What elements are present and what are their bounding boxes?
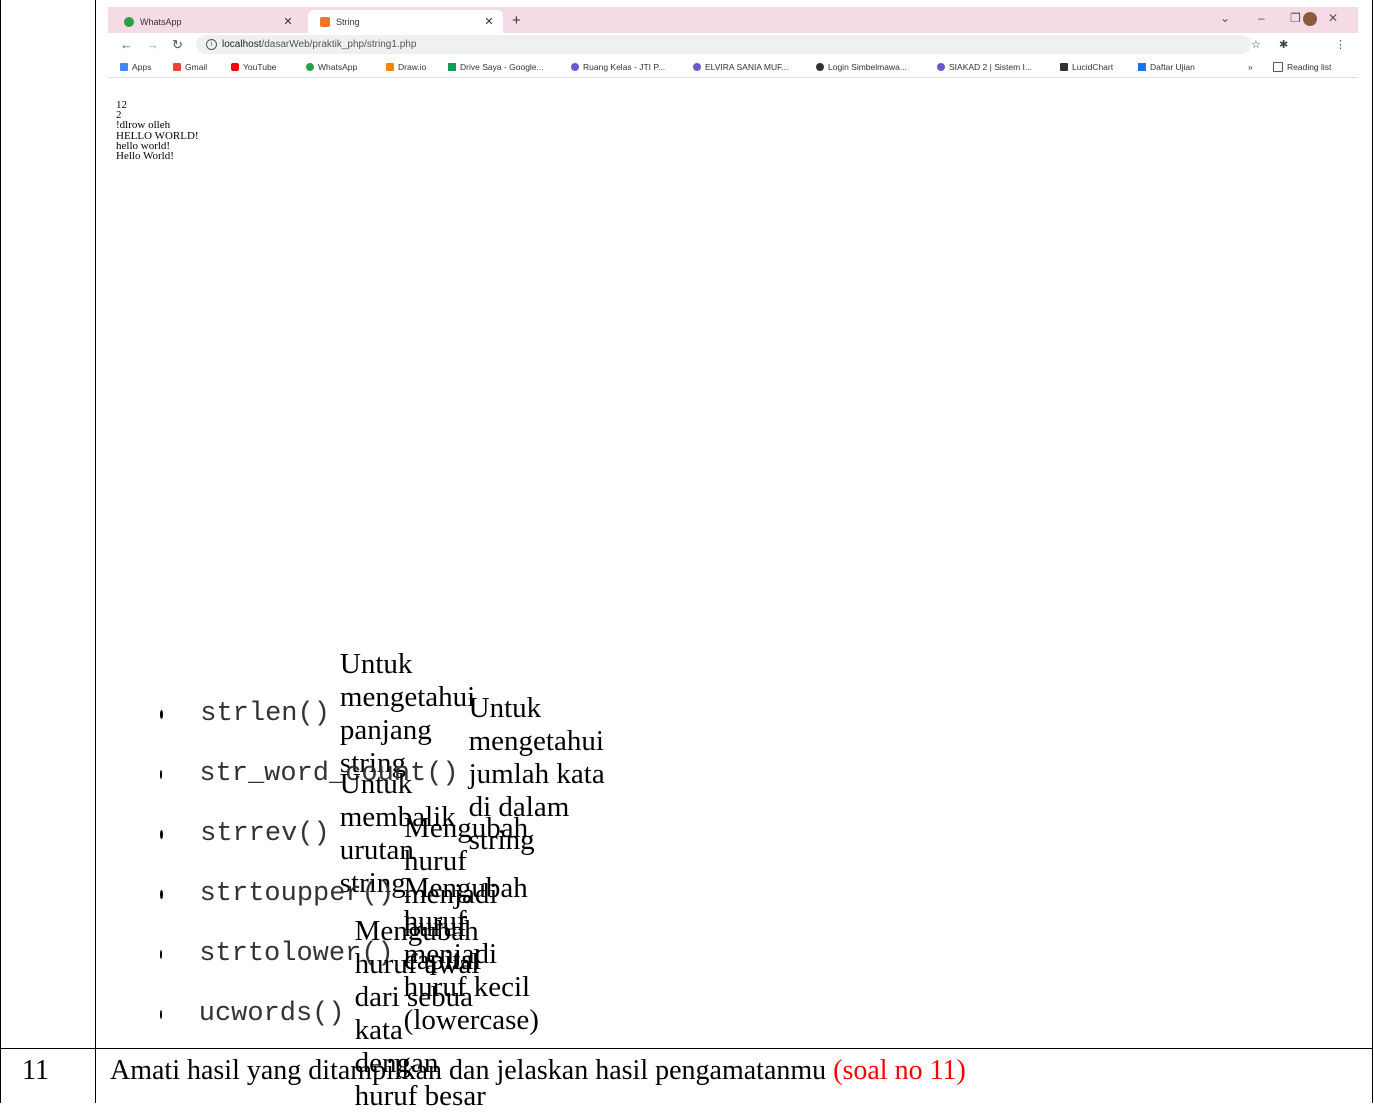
table-right-border [1372, 0, 1373, 1103]
bullet-icon [160, 769, 163, 779]
url-path: /dasarWeb/praktik_php/string1.php [261, 39, 417, 50]
drawio-icon [386, 63, 394, 71]
globe-icon [816, 63, 824, 71]
drive-icon [448, 63, 456, 71]
bookmark-whatsapp[interactable]: WhatsApp [306, 62, 357, 72]
function-code: ucwords() [198, 999, 345, 1029]
table-column-divider [95, 0, 96, 1103]
list-item: ucwords() Mengubah huruf awal dari sebua… [160, 915, 486, 1112]
menu-icon[interactable]: ⋮ [1335, 38, 1346, 51]
browser-screenshot: WhatsApp ✕ String ✕ + ⌄ – ❐ ✕ ← → ↻ i lo… [108, 7, 1358, 199]
minimize-icon[interactable]: – [1258, 11, 1265, 25]
reading-list-button[interactable]: Reading list [1273, 62, 1331, 72]
tab-string[interactable]: String ✕ [308, 10, 503, 33]
table-left-border [0, 0, 1, 1103]
bookmark-ruang-kelas[interactable]: Ruang Kelas - JTI P... [571, 62, 665, 72]
browser-toolbar: ← → ↻ i localhost /dasarWeb/praktik_php/… [108, 33, 1358, 57]
bullet-icon [160, 829, 164, 839]
bullet-icon [160, 949, 163, 959]
bookmark-apps[interactable]: Apps [120, 62, 151, 72]
row-number: 11 [22, 1055, 49, 1086]
more-bookmarks-icon[interactable]: » [1248, 62, 1253, 72]
polinema-icon [571, 63, 579, 71]
bullet-icon [160, 1009, 162, 1019]
tab-whatsapp[interactable]: WhatsApp ✕ [112, 10, 302, 33]
tab-title: WhatsApp [140, 16, 182, 27]
back-icon[interactable]: ← [120, 37, 133, 52]
star-icon[interactable]: ☆ [1251, 38, 1261, 51]
php-output: 12 2 !dlrow olleh HELLO WORLD! hello wor… [116, 99, 199, 163]
bookmark-siakad[interactable]: SIAKAD 2 | Sistem I... [937, 62, 1032, 72]
te-icon [1138, 63, 1146, 71]
address-bar[interactable]: i localhost /dasarWeb/praktik_php/string… [196, 35, 1251, 54]
bookmark-elvira[interactable]: ELVIRA SANIA MUF... [693, 62, 788, 72]
close-window-icon[interactable]: ✕ [1328, 11, 1338, 25]
tab-title: String [336, 16, 360, 27]
tab-bar: WhatsApp ✕ String ✕ + ⌄ – ❐ ✕ [108, 7, 1358, 33]
polinema-icon [937, 63, 945, 71]
info-icon[interactable]: i [206, 39, 217, 50]
bookmarks-bar: Apps Gmail YouTube WhatsApp Draw.io Driv… [108, 57, 1358, 78]
question-note: (soal no 11) [833, 1055, 966, 1086]
close-icon[interactable]: ✕ [481, 15, 497, 28]
function-code: strtoupper() [199, 879, 395, 909]
function-code: strrev() [200, 819, 330, 849]
avatar[interactable] [1303, 12, 1317, 26]
close-icon[interactable]: ✕ [280, 15, 296, 28]
list-item: strtolower() Mengubah huruf menjadi huru… [160, 872, 546, 1036]
bookmark-lucidchart[interactable]: LucidChart [1060, 62, 1113, 72]
bookmark-drive[interactable]: Drive Saya - Google... [448, 62, 544, 72]
xampp-icon [320, 16, 330, 27]
polinema-icon [693, 63, 701, 71]
list-item: strlen() Untuk mengetahui panjang string [160, 648, 481, 779]
youtube-icon [231, 63, 239, 71]
restore-icon[interactable]: ❐ [1290, 11, 1301, 25]
reading-list-icon [1273, 62, 1283, 72]
new-tab-icon[interactable]: + [512, 12, 521, 29]
url-host: localhost [222, 39, 262, 50]
bookmark-youtube[interactable]: YouTube [231, 62, 276, 72]
question-body: Amati hasil yang ditampilkan dan jelaska… [110, 1055, 834, 1086]
extensions-icon[interactable]: ✱ [1279, 38, 1288, 51]
chevron-down-icon[interactable]: ⌄ [1220, 11, 1230, 25]
bookmark-simbelmawa[interactable]: Login Simbelmawa... [816, 62, 907, 72]
output-line: Hello World! [116, 150, 174, 163]
bullet-icon [160, 709, 164, 719]
output-line: 12 [116, 99, 127, 111]
gmail-icon [173, 63, 181, 71]
reload-icon[interactable]: ↻ [172, 37, 183, 53]
apps-icon [120, 63, 128, 71]
function-code: strlen() [200, 699, 330, 729]
lucidchart-icon [1060, 63, 1068, 71]
bookmark-drawio[interactable]: Draw.io [386, 62, 426, 72]
whatsapp-icon [306, 63, 314, 71]
forward-icon[interactable]: → [146, 37, 159, 52]
bookmark-gmail[interactable]: Gmail [173, 62, 207, 72]
bookmark-daftar-ujian[interactable]: Daftar Ujian [1138, 62, 1195, 72]
question-text: Amati hasil yang ditampilkan dan jelaska… [110, 1055, 966, 1087]
whatsapp-icon [124, 16, 134, 27]
table-row-divider [0, 1048, 1373, 1049]
bullet-icon [160, 889, 163, 899]
